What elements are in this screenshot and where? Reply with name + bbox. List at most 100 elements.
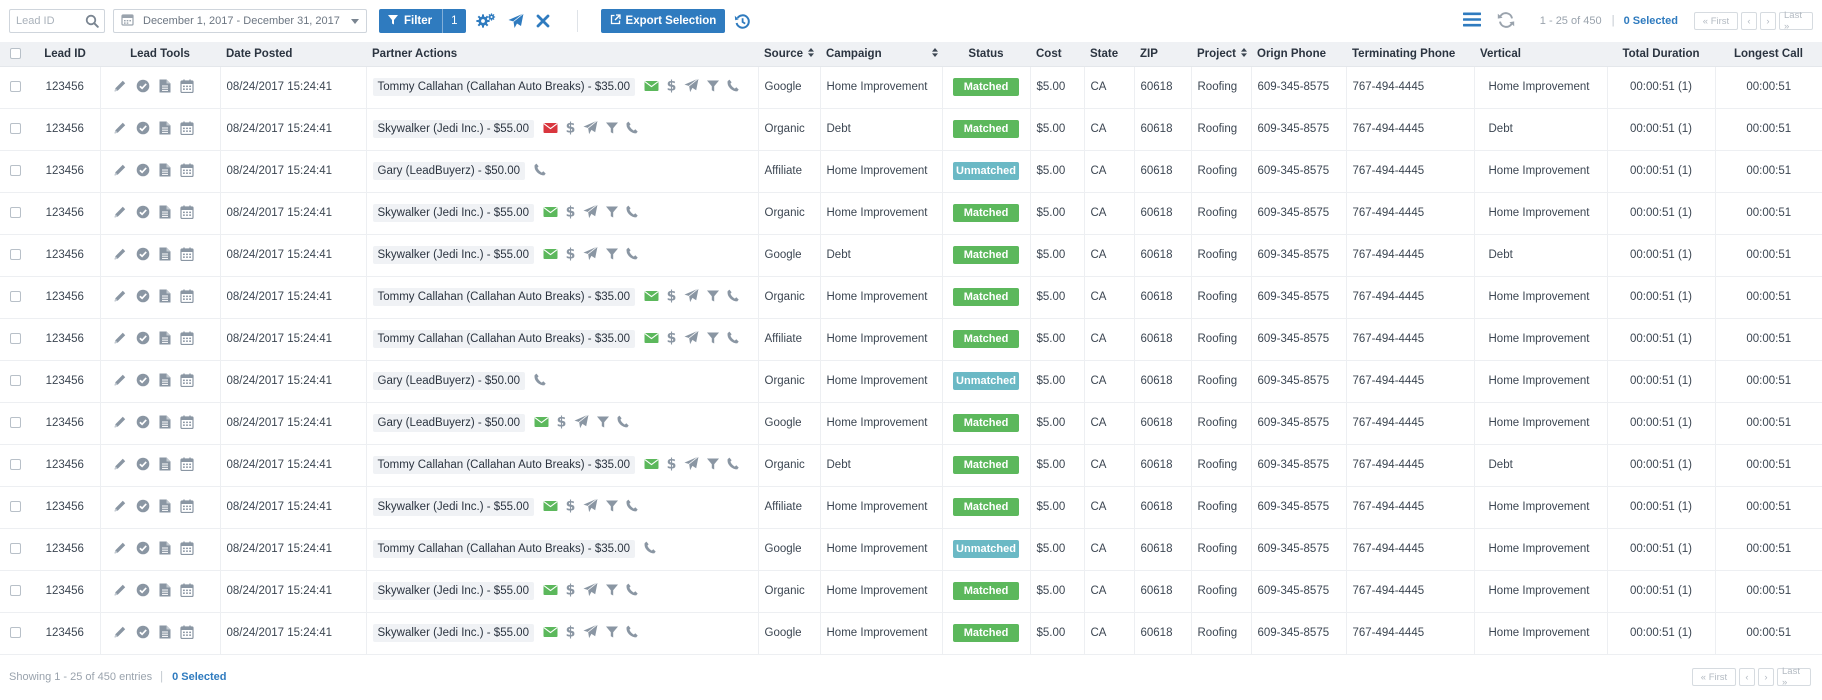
table-row[interactable]: 123456 08/24/2017 15:24:41 Skywalker (Jedi… (0, 570, 1822, 613)
edit-icon[interactable] (113, 625, 127, 642)
send-icon[interactable] (583, 624, 598, 642)
dollar-icon[interactable]: $ (566, 498, 576, 516)
partner-tag[interactable]: Skywalker (Jedi Inc.) - $55.00 (372, 624, 534, 642)
row-checkbox[interactable] (9, 81, 21, 93)
check-circle-icon[interactable] (136, 583, 150, 600)
phone-icon[interactable] (644, 541, 656, 557)
col-project[interactable]: Project (1191, 42, 1251, 67)
send-icon[interactable] (574, 414, 589, 432)
phone-icon[interactable] (534, 373, 546, 389)
table-row[interactable]: 123456 08/24/2017 15:24:41 Tommy Callahan … (0, 528, 1822, 571)
phone-icon[interactable] (534, 163, 546, 179)
history-icon[interactable] (734, 13, 751, 30)
email-icon[interactable] (543, 626, 558, 641)
refresh-icon[interactable] (1497, 11, 1515, 31)
prev-page-button[interactable]: ‹ (1741, 12, 1757, 30)
email-icon[interactable] (644, 290, 659, 305)
dollar-icon[interactable]: $ (667, 456, 677, 474)
check-circle-icon[interactable] (136, 163, 150, 180)
phone-icon[interactable] (727, 289, 739, 305)
calendar-icon[interactable] (179, 331, 194, 348)
edit-icon[interactable] (113, 79, 127, 96)
send-icon[interactable] (583, 498, 598, 516)
document-icon[interactable] (159, 247, 171, 264)
filter-icon[interactable] (605, 122, 618, 137)
calendar-icon[interactable] (179, 373, 194, 390)
check-circle-icon[interactable] (136, 625, 150, 642)
send-icon[interactable] (583, 246, 598, 264)
document-icon[interactable] (159, 625, 171, 642)
calendar-icon[interactable] (179, 499, 194, 516)
calendar-icon[interactable] (179, 79, 194, 96)
calendar-icon[interactable] (179, 247, 194, 264)
partner-tag[interactable]: Gary (LeadBuyerz) - $50.00 (372, 372, 526, 390)
partner-tag[interactable]: Tommy Callahan (Callahan Auto Breaks) - … (372, 78, 635, 96)
edit-icon[interactable] (113, 205, 127, 222)
check-circle-icon[interactable] (136, 121, 150, 138)
table-row[interactable]: 123456 08/24/2017 15:24:41 Skywalker (Jedi… (0, 612, 1822, 655)
edit-icon[interactable] (113, 457, 127, 474)
filter-icon[interactable] (707, 290, 719, 305)
document-icon[interactable] (159, 415, 171, 432)
phone-icon[interactable] (626, 205, 638, 221)
table-row[interactable]: 123456 08/24/2017 15:24:41 Skywalker (Jedi… (0, 486, 1822, 529)
document-icon[interactable] (159, 121, 171, 138)
partner-tag[interactable]: Skywalker (Jedi Inc.) - $55.00 (372, 498, 534, 516)
select-all-checkbox[interactable] (9, 48, 21, 60)
phone-icon[interactable] (617, 415, 629, 431)
check-circle-icon[interactable] (136, 289, 150, 306)
edit-icon[interactable] (113, 163, 127, 180)
calendar-icon[interactable] (179, 205, 194, 222)
check-circle-icon[interactable] (136, 415, 150, 432)
phone-icon[interactable] (626, 247, 638, 263)
export-selection-button[interactable]: Export Selection (600, 9, 726, 33)
document-icon[interactable] (159, 373, 171, 390)
calendar-icon[interactable] (179, 583, 194, 600)
email-icon[interactable] (534, 416, 549, 431)
phone-icon[interactable] (727, 79, 739, 95)
edit-icon[interactable] (113, 541, 127, 558)
filter-icon[interactable] (605, 206, 618, 221)
row-checkbox[interactable] (9, 585, 21, 597)
filter-icon[interactable] (605, 248, 618, 263)
list-view-icon[interactable] (1462, 12, 1481, 30)
table-row[interactable]: 123456 08/24/2017 15:24:41 Tommy Callahan … (0, 66, 1822, 109)
check-circle-icon[interactable] (136, 331, 150, 348)
email-icon[interactable] (543, 122, 558, 137)
date-range-picker[interactable]: December 1, 2017 - December 31, 2017 (113, 9, 367, 33)
email-icon[interactable] (644, 458, 659, 473)
send-icon[interactable] (583, 582, 598, 600)
row-checkbox[interactable] (9, 417, 21, 429)
send-icon[interactable] (583, 120, 598, 138)
check-circle-icon[interactable] (136, 457, 150, 474)
phone-icon[interactable] (626, 121, 638, 137)
document-icon[interactable] (159, 583, 171, 600)
calendar-icon[interactable] (179, 457, 194, 474)
row-checkbox[interactable] (9, 165, 21, 177)
document-icon[interactable] (159, 79, 171, 96)
table-row[interactable]: 123456 08/24/2017 15:24:41 Skywalker (Jedi… (0, 234, 1822, 277)
settings-icon[interactable] (475, 12, 496, 30)
row-checkbox[interactable] (9, 375, 21, 387)
last-page-button[interactable]: Last » (1777, 666, 1811, 688)
edit-icon[interactable] (113, 583, 127, 600)
partner-tag[interactable]: Skywalker (Jedi Inc.) - $55.00 (372, 246, 534, 264)
calendar-icon[interactable] (179, 121, 194, 138)
check-circle-icon[interactable] (136, 247, 150, 264)
table-row[interactable]: 123456 08/24/2017 15:24:41 Tommy Callahan … (0, 444, 1822, 487)
document-icon[interactable] (159, 289, 171, 306)
check-circle-icon[interactable] (136, 541, 150, 558)
dollar-icon[interactable]: $ (667, 78, 677, 96)
document-icon[interactable] (159, 499, 171, 516)
col-campaign[interactable]: Campaign (820, 42, 942, 67)
selected-count[interactable]: 0 Selected (1624, 15, 1678, 27)
search-icon[interactable] (85, 14, 99, 31)
row-checkbox[interactable] (9, 459, 21, 471)
email-icon[interactable] (543, 584, 558, 599)
check-circle-icon[interactable] (136, 499, 150, 516)
filter-icon[interactable] (707, 80, 719, 95)
prev-page-button[interactable]: ‹ (1739, 668, 1755, 686)
row-checkbox[interactable] (9, 291, 21, 303)
email-icon[interactable] (543, 500, 558, 515)
table-row[interactable]: 123456 08/24/2017 15:24:41 Gary (LeadBuyer… (0, 360, 1822, 403)
